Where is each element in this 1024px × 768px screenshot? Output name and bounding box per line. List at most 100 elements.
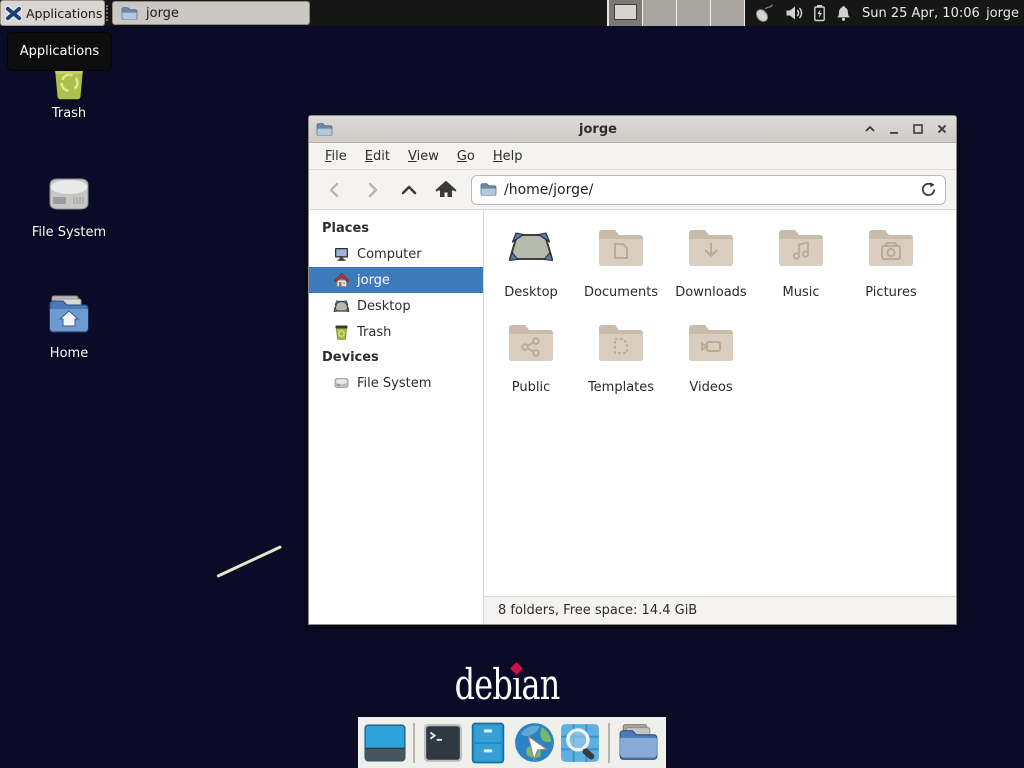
computer-icon: [333, 246, 350, 262]
workspace-3[interactable]: [677, 0, 711, 26]
maximize-button[interactable]: [911, 122, 925, 136]
xfce-logo-icon: [5, 5, 22, 22]
desktop-icon-label: Home: [50, 346, 88, 361]
mouse-icon[interactable]: [752, 1, 776, 25]
menu-help[interactable]: Help: [486, 146, 530, 167]
menu-go[interactable]: Go: [450, 146, 482, 167]
sidebar-devices-header: Devices: [309, 345, 483, 370]
dock: [358, 717, 666, 768]
home-icon: [333, 272, 350, 288]
videos-folder-icon: [687, 319, 735, 365]
folder-templates[interactable]: Templates: [576, 313, 666, 408]
shade-button[interactable]: [863, 122, 877, 136]
window-title: jorge: [333, 122, 863, 137]
sidebar-places-header: Places: [309, 216, 483, 241]
sidebar-item-file-system[interactable]: File System: [309, 370, 483, 396]
toolbar: /home/jorge/: [309, 170, 956, 210]
debian-logo: debian: [427, 660, 587, 708]
battery-icon[interactable]: [813, 4, 826, 22]
taskbar-window-label: jorge: [146, 6, 179, 21]
workspace-4[interactable]: [711, 0, 745, 26]
hard-drive-icon: [44, 173, 94, 215]
sidebar-item-trash[interactable]: Trash: [309, 319, 483, 345]
path-bar[interactable]: /home/jorge/: [471, 175, 946, 205]
panel-grip: [106, 5, 110, 21]
folder-videos[interactable]: Videos: [666, 313, 756, 408]
folder-icon: [121, 6, 138, 21]
terminal-icon[interactable]: [421, 720, 464, 766]
web-browser-icon[interactable]: [512, 720, 557, 766]
pictures-folder-icon: [867, 224, 915, 270]
volume-icon[interactable]: [785, 4, 804, 22]
sidebar-item-label: File System: [357, 376, 431, 391]
status-text: 8 folders, Free space: 14.4 GiB: [498, 603, 697, 618]
menu-view[interactable]: View: [401, 146, 446, 167]
app-finder-icon[interactable]: [559, 720, 602, 766]
folder-label: Downloads: [675, 285, 746, 300]
folder-label: Music: [783, 285, 820, 300]
workspace-1[interactable]: [609, 0, 643, 26]
show-desktop-icon[interactable]: [363, 720, 407, 766]
folder-label: Documents: [584, 285, 658, 300]
folder-public[interactable]: Public: [486, 313, 576, 408]
documents-folder-icon: [597, 224, 645, 270]
folder-label: Desktop: [504, 285, 558, 300]
menu-file[interactable]: File: [318, 146, 354, 167]
file-manager-icon[interactable]: [466, 720, 509, 766]
window-folder-icon: [316, 122, 333, 137]
panel-clock[interactable]: Sun 25 Apr, 10:06: [862, 0, 980, 26]
sidebar-item-jorge[interactable]: jorge: [309, 267, 483, 293]
sidebar-item-label: jorge: [357, 273, 390, 288]
close-button[interactable]: [935, 122, 949, 136]
desktop-line-artifact: [216, 545, 282, 578]
downloads-folder-icon: [687, 224, 735, 270]
forward-button[interactable]: [354, 175, 389, 205]
status-bar: 8 folders, Free space: 14.4 GiB: [484, 596, 956, 624]
applications-tooltip: Applications: [7, 32, 112, 71]
desktop-icon-file-system[interactable]: File System: [14, 173, 124, 240]
trash-small-icon: [333, 324, 350, 340]
path-folder-icon: [480, 182, 497, 197]
back-button[interactable]: [317, 175, 352, 205]
home-button[interactable]: [428, 175, 463, 205]
folder-label: Public: [512, 380, 550, 395]
notifications-bell-icon[interactable]: [835, 4, 852, 22]
minimize-button[interactable]: [887, 122, 901, 136]
workspace-window-preview: [614, 4, 637, 20]
sidebar-item-label: Desktop: [357, 299, 411, 314]
folder-pictures[interactable]: Pictures: [846, 218, 936, 313]
panel-user-menu[interactable]: jorge: [986, 0, 1019, 26]
file-manager-window: jorge File Edit View Go Help: [308, 115, 957, 625]
desktop-icon: [333, 298, 350, 314]
dock-separator: [608, 723, 610, 763]
system-tray: [752, 0, 852, 26]
public-folder-icon: [507, 319, 555, 365]
folder-label: Templates: [588, 380, 654, 395]
drive-small-icon: [333, 375, 350, 391]
templates-folder-icon: [597, 319, 645, 365]
menubar: File Edit View Go Help: [309, 143, 956, 170]
path-text[interactable]: /home/jorge/: [504, 182, 913, 198]
folder-desktop[interactable]: Desktop: [486, 218, 576, 313]
sidebar-item-desktop[interactable]: Desktop: [309, 293, 483, 319]
menu-edit[interactable]: Edit: [358, 146, 397, 167]
applications-menu-label: Applications: [26, 6, 102, 21]
taskbar-window-button[interactable]: jorge: [112, 1, 310, 25]
reload-icon[interactable]: [920, 181, 937, 198]
window-titlebar[interactable]: jorge: [309, 116, 956, 143]
folder-music[interactable]: Music: [756, 218, 846, 313]
applications-menu-button[interactable]: Applications: [0, 0, 105, 26]
up-button[interactable]: [391, 175, 426, 205]
music-folder-icon: [777, 224, 825, 270]
folder-downloads[interactable]: Downloads: [666, 218, 756, 313]
desktop-icon-home[interactable]: Home: [14, 292, 124, 361]
sidebar-item-label: Computer: [357, 247, 422, 262]
sidebar-item-computer[interactable]: Computer: [309, 241, 483, 267]
desktop-icon: [507, 224, 555, 270]
sidebar-item-label: Trash: [357, 325, 391, 340]
desktop-icon-label: File System: [32, 225, 106, 240]
folder-documents[interactable]: Documents: [576, 218, 666, 313]
workspace-2[interactable]: [643, 0, 677, 26]
home-folder-icon: [44, 292, 94, 336]
dock-folder-icon[interactable]: [616, 720, 661, 766]
